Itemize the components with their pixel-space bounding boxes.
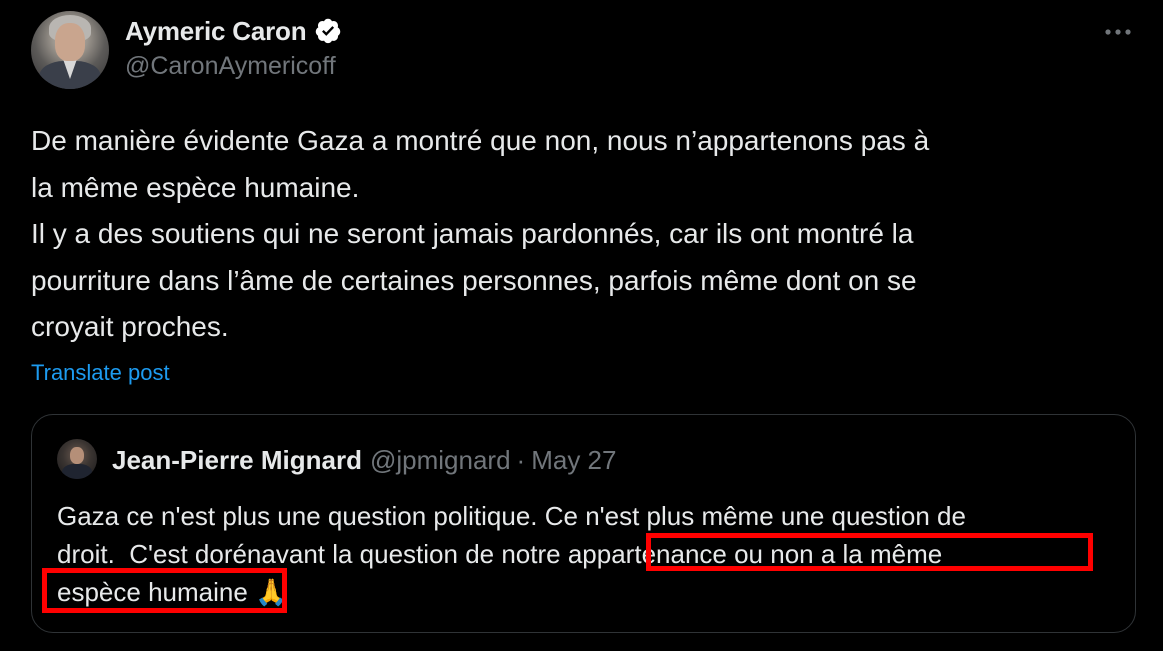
quoted-tweet-date[interactable]: May 27 <box>531 445 616 476</box>
verified-badge-icon <box>314 17 342 45</box>
quoted-tweet-header: Jean-Pierre Mignard @jpmignard · May 27 <box>112 445 616 476</box>
quoted-text-prefix: droit. C'est dorénavant la question de n… <box>57 539 568 569</box>
tweet-text-line: De manière évidente Gaza a montré que no… <box>31 125 930 156</box>
avatar-face <box>55 23 85 61</box>
quoted-tweet-separator: · <box>516 445 526 475</box>
tweet[interactable]: Aymeric Caron @CaronAymericoff De manièr… <box>0 0 1163 651</box>
author-handle[interactable]: @CaronAymericoff <box>125 52 336 81</box>
quoted-text-line: Gaza ce n'est plus une question politiqu… <box>57 501 966 531</box>
quoted-author-handle[interactable]: @jpmignard <box>370 445 511 476</box>
red-highlight-box <box>42 568 287 613</box>
translate-post-link[interactable]: Translate post <box>31 360 170 386</box>
quoted-tweet[interactable]: Jean-Pierre Mignard @jpmignard · May 27 … <box>31 414 1136 633</box>
tweet-text: De manière évidente Gaza a montré que no… <box>31 118 1131 351</box>
quoted-avatar-face <box>70 447 84 464</box>
quoted-author-avatar[interactable] <box>57 439 97 479</box>
tweet-text-line: Il y a des soutiens qui ne seront jamais… <box>31 218 914 249</box>
author-avatar[interactable] <box>31 11 109 89</box>
author-name-row[interactable]: Aymeric Caron <box>125 14 342 48</box>
red-highlight-box <box>646 533 1093 571</box>
tweet-text-line: croyait proches. <box>31 311 229 342</box>
tweet-text-line: pourriture dans l’âme de certaines perso… <box>31 264 917 296</box>
more-options-icon[interactable] <box>1101 22 1135 42</box>
tweet-text-line: la même espèce humaine. <box>31 171 360 203</box>
quoted-avatar-body <box>62 464 92 479</box>
quoted-author-name[interactable]: Jean-Pierre Mignard <box>112 445 362 476</box>
author-display-name[interactable]: Aymeric Caron <box>125 16 307 47</box>
